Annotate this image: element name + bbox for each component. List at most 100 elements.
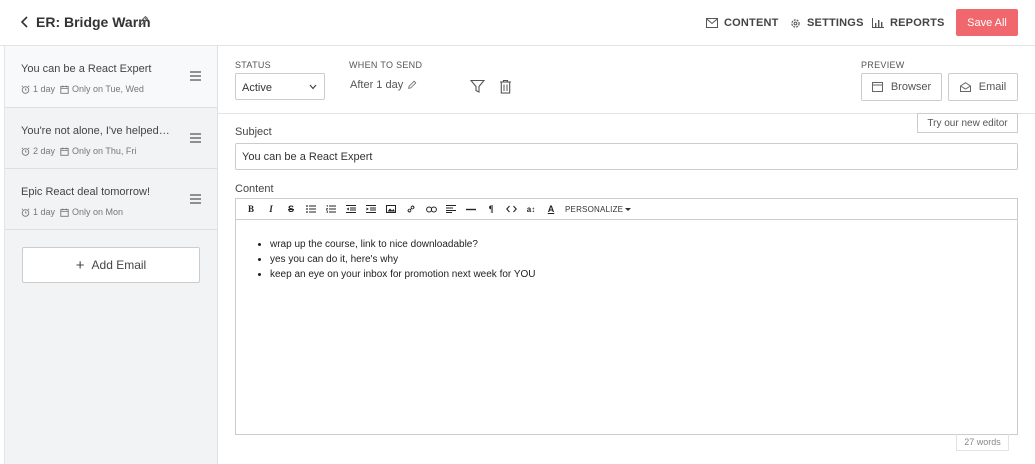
status-label: STATUS <box>235 60 271 70</box>
italic-button[interactable]: I <box>261 199 281 219</box>
strikethrough-button[interactable]: S <box>281 199 301 219</box>
paragraph-button[interactable]: ¶ <box>481 199 501 219</box>
editor-toolbar: B I S ¶ a↕ A PERSONALIZE <box>236 199 1017 220</box>
email-item-delay: 2 day <box>33 146 56 156</box>
content-body[interactable]: wrap up the course, link to nice downloa… <box>270 237 536 282</box>
nav-content[interactable]: CONTENT <box>706 16 779 30</box>
drag-handle-icon[interactable] <box>190 133 201 143</box>
email-item-subject: You can be a React Expert <box>21 63 152 75</box>
email-item[interactable]: You're not alone, I've helped l... 2 day… <box>5 108 217 169</box>
email-item-delay: 1 day <box>33 207 56 217</box>
email-item-schedule: Only on Thu, Fri <box>72 146 137 156</box>
personalize-label: PERSONALIZE <box>565 204 624 214</box>
preview-label: PREVIEW <box>861 60 905 70</box>
email-item-subject: You're not alone, I've helped l... <box>21 125 171 137</box>
indent-icon <box>366 205 376 213</box>
alarm-clock-icon <box>21 146 30 156</box>
content-bullet: keep an eye on your inbox for promotion … <box>270 267 536 282</box>
plus-icon: + <box>75 256 85 274</box>
alarm-clock-icon <box>21 84 30 94</box>
envelope-icon <box>706 18 718 28</box>
email-settings-bar: STATUS Active WHEN TO SEND After 1 day P… <box>218 46 1035 114</box>
bar-chart-icon <box>872 18 884 28</box>
alarm-clock-icon <box>21 207 30 217</box>
caret-down-icon <box>625 207 632 211</box>
calendar-icon <box>60 85 69 94</box>
content-bullet: wrap up the course, link to nice downloa… <box>270 237 536 252</box>
bullet-list-icon <box>306 205 316 213</box>
subject-label: Subject <box>235 126 272 138</box>
bullet-list-button[interactable] <box>301 199 321 219</box>
gear-icon <box>791 18 800 28</box>
unlink-button[interactable] <box>421 199 441 219</box>
font-size-button[interactable]: a↕ <box>521 199 541 219</box>
bold-button[interactable]: B <box>241 199 261 219</box>
content-bullet: yes you can do it, here's why <box>270 252 536 267</box>
nav-reports[interactable]: REPORTS <box>872 16 945 30</box>
image-icon <box>386 205 396 213</box>
email-item[interactable]: You can be a React Expert 1 day Only on … <box>5 46 217 108</box>
align-left-icon <box>446 205 456 213</box>
email-sidebar: You can be a React Expert 1 day Only on … <box>4 46 218 464</box>
email-item-meta: 2 day Only on Thu, Fri <box>21 146 136 156</box>
email-item-subject: Epic React deal tomorrow! <box>21 186 150 198</box>
when-to-send-value[interactable]: After 1 day <box>350 79 417 91</box>
drag-handle-icon[interactable] <box>190 194 201 204</box>
save-all-button[interactable]: Save All <box>956 9 1018 36</box>
trash-icon[interactable] <box>499 79 512 94</box>
calendar-icon <box>60 208 69 217</box>
link-button[interactable] <box>401 199 421 219</box>
preview-email-button[interactable]: Email <box>948 73 1018 101</box>
code-icon <box>505 205 517 213</box>
align-button[interactable] <box>441 199 461 219</box>
link-icon <box>407 205 415 213</box>
preview-browser-button[interactable]: Browser <box>861 73 942 101</box>
browser-window-icon <box>871 82 883 92</box>
drag-handle-icon[interactable] <box>190 71 201 81</box>
try-new-editor-button[interactable]: Try our new editor <box>917 113 1018 133</box>
email-item-schedule-wrap: Only on Mon <box>60 207 123 217</box>
image-button[interactable] <box>381 199 401 219</box>
content-editor[interactable]: B I S ¶ a↕ A PERSONALIZE • wrap up the c… <box>235 198 1018 435</box>
open-envelope-icon <box>959 82 971 92</box>
subject-input[interactable] <box>235 143 1018 170</box>
email-item-schedule: Only on Mon <box>72 207 124 217</box>
email-item-schedule-wrap: Only on Tue, Wed <box>60 84 144 94</box>
numbered-list-button[interactable] <box>321 199 341 219</box>
when-to-send-label: WHEN TO SEND <box>349 60 423 70</box>
chain-icon <box>425 206 437 212</box>
word-count: 27 words <box>956 434 1009 451</box>
email-item-delay: 1 day <box>33 84 56 94</box>
text-color-button[interactable]: A <box>541 199 561 219</box>
email-item[interactable]: Epic React deal tomorrow! 1 day Only on … <box>5 169 217 230</box>
status-value: Active <box>242 82 272 94</box>
pencil-icon[interactable] <box>137 15 149 27</box>
add-email-label: Add Email <box>91 258 147 272</box>
chevron-left-icon[interactable] <box>18 14 32 30</box>
email-item-meta: 1 day Only on Mon <box>21 207 123 217</box>
horizontal-rule-button[interactable] <box>461 199 481 219</box>
code-button[interactable] <box>501 199 521 219</box>
chevron-down-icon <box>309 84 317 90</box>
email-item-meta: 1 day Only on Tue, Wed <box>21 84 144 94</box>
pencil-icon <box>408 80 417 89</box>
filter-icon[interactable] <box>470 79 485 94</box>
page-title: ER: Bridge Warm <box>36 14 151 30</box>
indent-button[interactable] <box>361 199 381 219</box>
nav-settings-label: SETTINGS <box>807 17 864 29</box>
email-item-schedule: Only on Tue, Wed <box>72 84 144 94</box>
add-email-button[interactable]: + Add Email <box>22 247 200 283</box>
preview-email-label: Email <box>978 81 1007 93</box>
numbered-list-icon <box>326 205 336 213</box>
when-to-send-text: After 1 day <box>350 79 404 91</box>
email-item-schedule-wrap: Only on Thu, Fri <box>60 146 136 156</box>
outdent-button[interactable] <box>341 199 361 219</box>
preview-browser-label: Browser <box>890 81 932 93</box>
outdent-icon <box>346 205 356 213</box>
nav-settings[interactable]: SETTINGS <box>790 16 864 30</box>
nav-reports-label: REPORTS <box>890 17 945 29</box>
personalize-dropdown[interactable]: PERSONALIZE <box>565 204 632 214</box>
horizontal-rule-icon <box>466 208 476 210</box>
nav-content-label: CONTENT <box>724 17 779 29</box>
status-select[interactable]: Active <box>235 73 325 100</box>
